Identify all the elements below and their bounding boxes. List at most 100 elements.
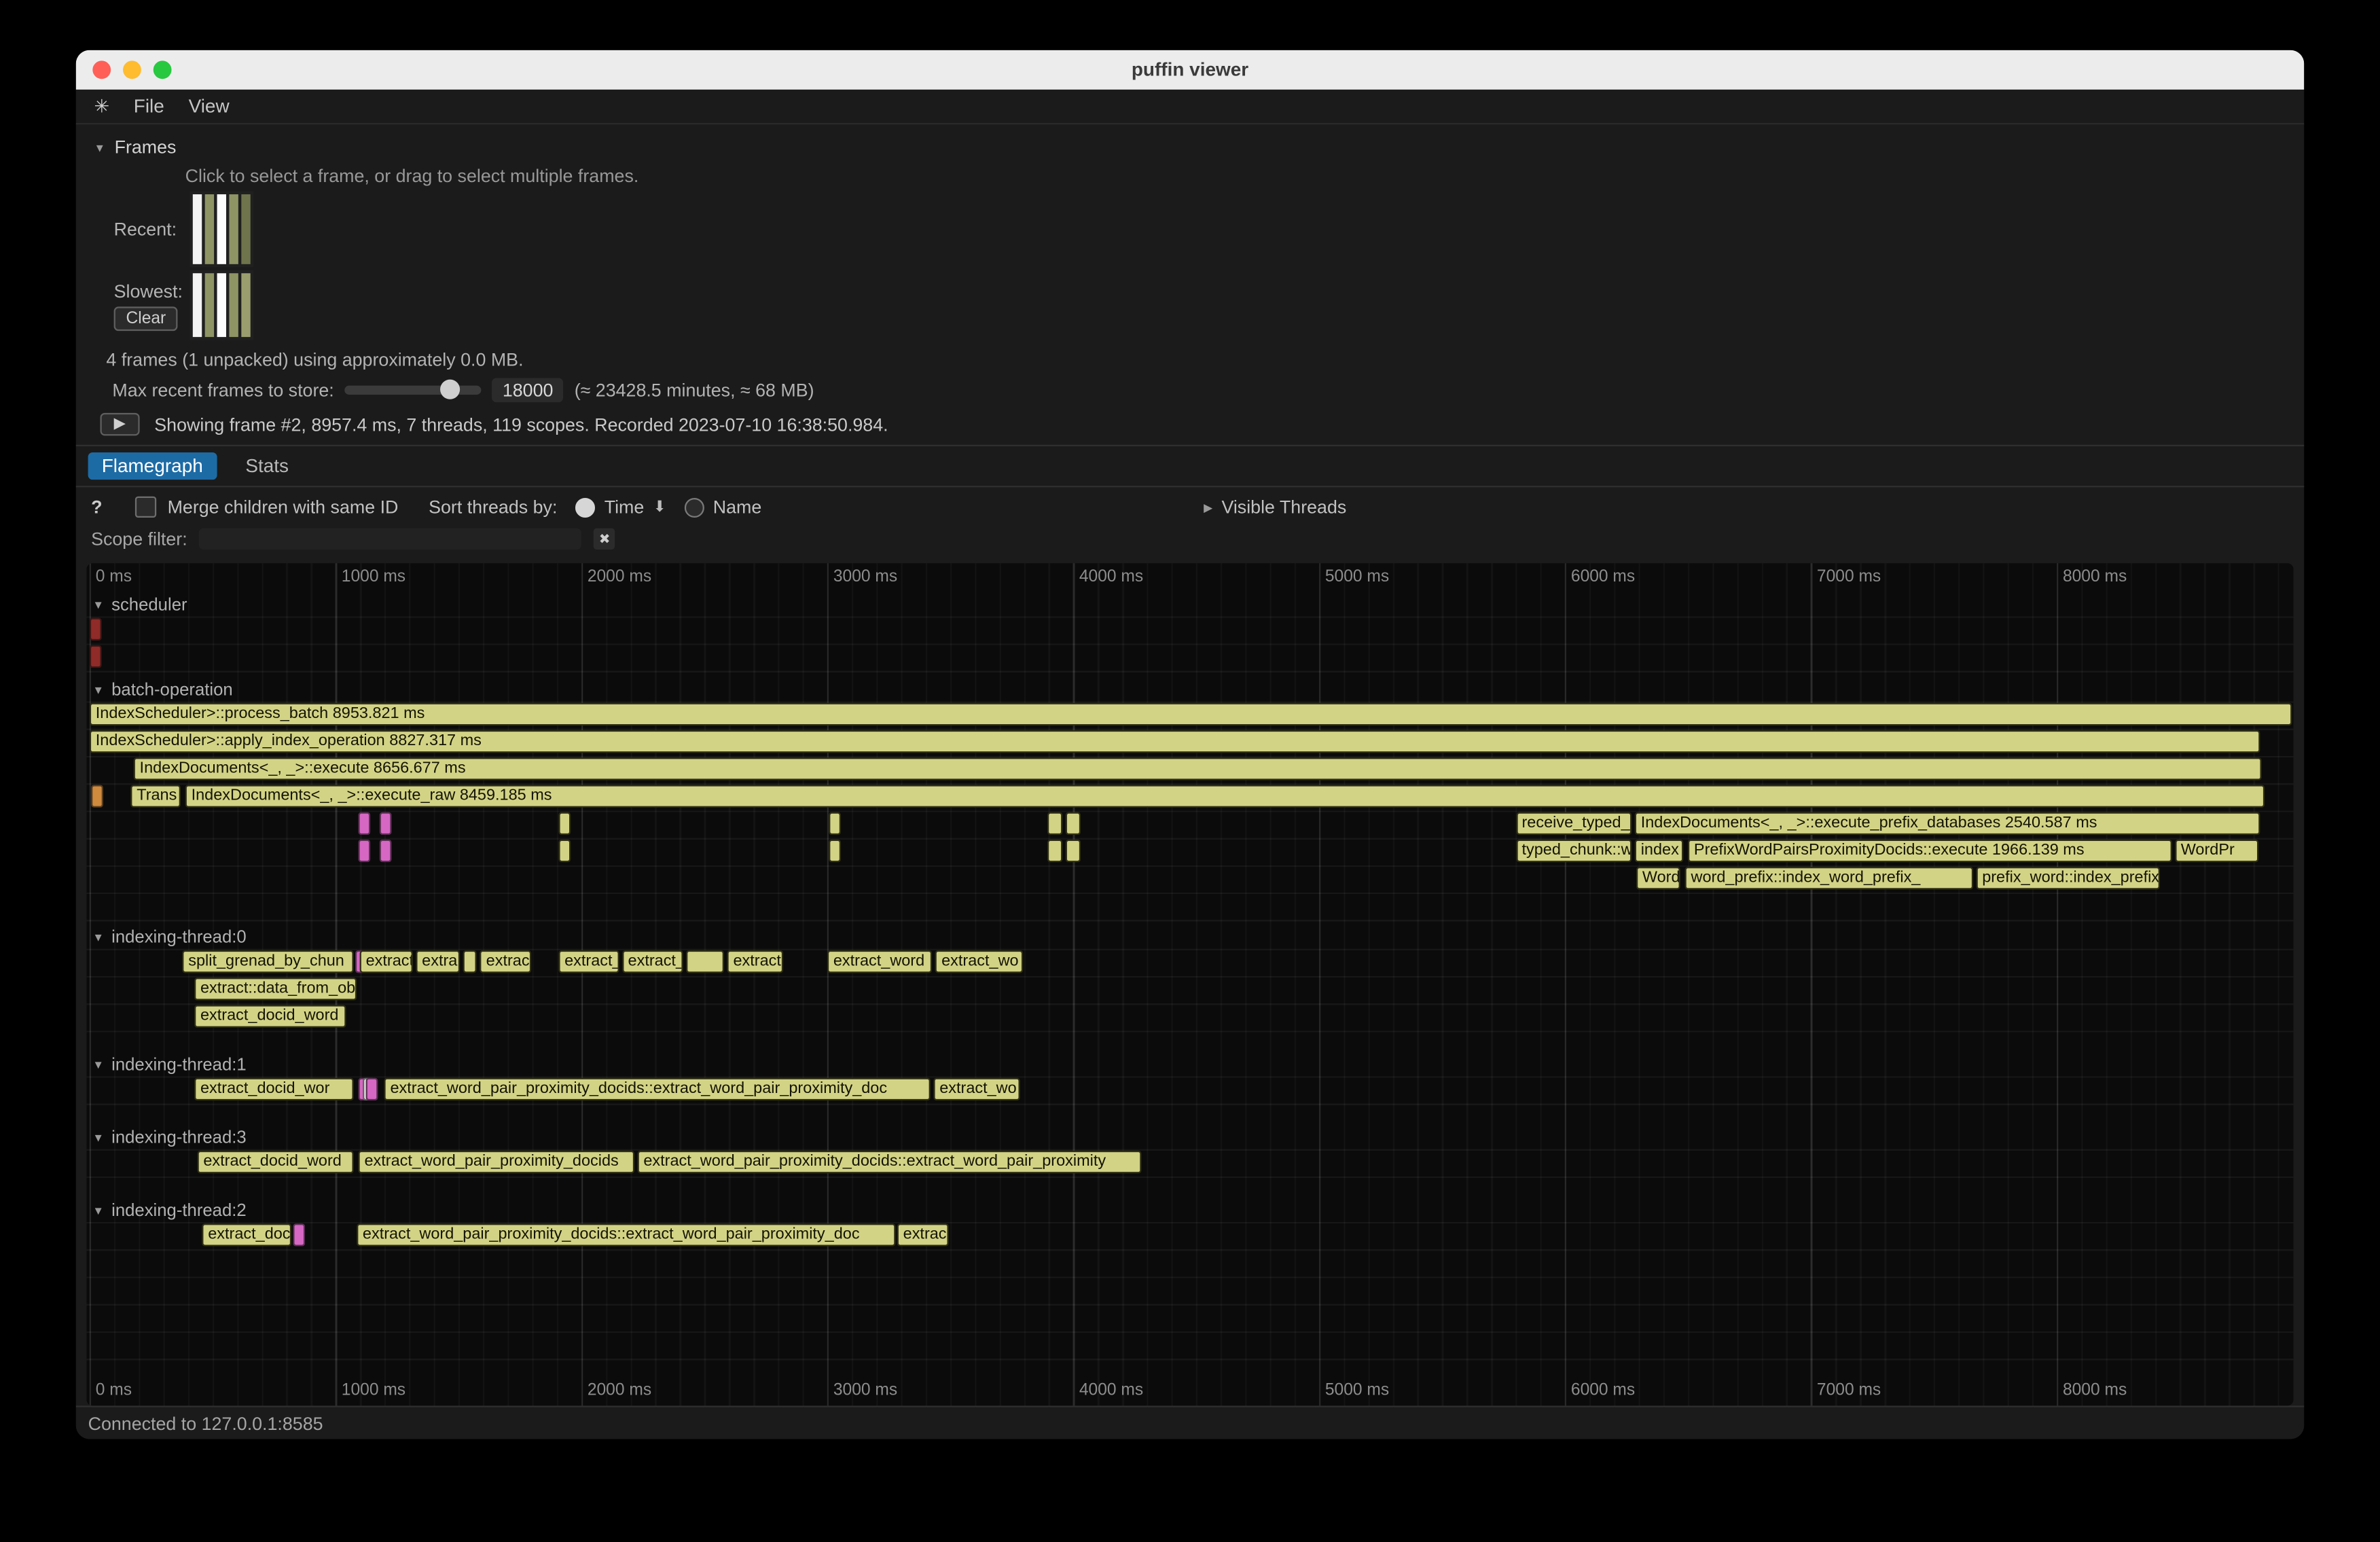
- scope-bar[interactable]: [357, 812, 369, 836]
- scope-bar[interactable]: word_prefix::index_word_prefix_: [1685, 867, 1973, 890]
- scope-bar[interactable]: extra: [416, 950, 460, 973]
- scope-bar[interactable]: extract_docid_wor: [194, 1078, 354, 1101]
- sort-name-radio[interactable]: [684, 497, 704, 517]
- scope-bar[interactable]: WordPr: [2175, 840, 2258, 863]
- scope-bar[interactable]: [357, 840, 369, 863]
- clear-button[interactable]: Clear: [114, 306, 179, 330]
- max-frames-value[interactable]: 18000: [492, 378, 564, 402]
- flamegraph-canvas[interactable]: 0 ms1000 ms2000 ms3000 ms4000 ms5000 ms6…: [86, 563, 2293, 1405]
- scope-bar[interactable]: [558, 840, 570, 863]
- scope-bar[interactable]: extract::data_from_ob: [194, 978, 357, 1001]
- scope-bar[interactable]: Word: [1636, 867, 1680, 890]
- scope-bar[interactable]: IndexDocuments<_, _>::execute_prefix_dat…: [1635, 812, 2260, 836]
- scope-bar[interactable]: [1048, 840, 1062, 863]
- scope-bar[interactable]: extract_word_pair_proximity_docids::extr…: [357, 1223, 895, 1247]
- clear-filter-button[interactable]: ✖: [594, 528, 615, 550]
- scope-bar[interactable]: extract_word_pair_proximity_docids: [359, 1151, 635, 1174]
- scope-bar[interactable]: [558, 812, 570, 836]
- scope-bar[interactable]: [829, 840, 842, 863]
- scope-bar[interactable]: [463, 950, 477, 973]
- scope-bar[interactable]: extract: [727, 950, 784, 973]
- scope-bar[interactable]: [686, 950, 724, 973]
- scope-bar[interactable]: PrefixWordPairsProximityDocids::execute …: [1688, 840, 2171, 863]
- scope-bar[interactable]: index: [1635, 840, 1684, 863]
- thread-header[interactable]: ▼indexing-thread:1: [86, 1054, 2293, 1077]
- frame-thumb-stripe[interactable]: [241, 194, 250, 264]
- thread-header[interactable]: ▼indexing-thread:2: [86, 1199, 2293, 1222]
- frame-thumb-stripe[interactable]: [193, 273, 202, 337]
- scope-bar[interactable]: extract_docid_word: [197, 1151, 353, 1174]
- sort-time-radio[interactable]: [575, 497, 595, 517]
- scope-bar[interactable]: IndexScheduler>::process_batch 8953.821 …: [90, 703, 2291, 726]
- sort-name-radio-group[interactable]: Name: [684, 497, 761, 518]
- scope-bar[interactable]: IndexScheduler>::apply_index_operation 8…: [90, 730, 2260, 753]
- play-button[interactable]: ▶: [100, 413, 139, 436]
- sort-direction-icon[interactable]: ⬇: [653, 499, 666, 516]
- scope-filter-input[interactable]: [200, 528, 582, 550]
- slowest-frames-thumbnail[interactable]: [190, 270, 253, 340]
- tab-flamegraph[interactable]: Flamegraph: [88, 452, 217, 480]
- scope-bar[interactable]: extract_wo: [933, 1078, 1020, 1101]
- frame-thumb-stripe[interactable]: [241, 273, 250, 337]
- scope-filter-label: Scope filter:: [91, 528, 187, 550]
- scope-bar[interactable]: Trans: [130, 785, 181, 808]
- thread-section: ▼indexing-thread:1extract_docid_wor extra…: [86, 1054, 2293, 1126]
- frame-thumb-stripe[interactable]: [217, 194, 226, 264]
- scope-bar[interactable]: extract_doc: [202, 1223, 291, 1247]
- tab-stats[interactable]: Stats: [232, 452, 302, 480]
- frame-thumb-stripe[interactable]: [205, 194, 214, 264]
- frame-thumb-stripe[interactable]: [229, 194, 238, 264]
- recent-frames-thumbnail[interactable]: [190, 192, 253, 268]
- sort-time-radio-group[interactable]: Time ⬇: [575, 497, 666, 518]
- scope-bar[interactable]: [293, 1223, 305, 1247]
- menu-file[interactable]: File: [134, 96, 164, 117]
- scope-bar[interactable]: [91, 785, 103, 808]
- merge-checkbox-group[interactable]: Merge children with same ID: [136, 497, 399, 518]
- thread-section: ▼indexing-thread:3extract_docid_word extr…: [86, 1126, 2293, 1199]
- slider-knob-icon[interactable]: [440, 380, 460, 399]
- scope-bar[interactable]: extract_wo: [935, 950, 1022, 973]
- scope-bar[interactable]: [1066, 840, 1081, 863]
- scope-bar[interactable]: typed_chunk::w: [1516, 840, 1631, 863]
- scope-bar[interactable]: extract_docid_word: [194, 1005, 346, 1028]
- thread-header[interactable]: ▼indexing-thread:3: [86, 1126, 2293, 1149]
- max-frames-slider[interactable]: [344, 386, 481, 395]
- scope-bar[interactable]: extract: [360, 950, 413, 973]
- menu-view[interactable]: View: [189, 96, 230, 117]
- frame-thumb-stripe[interactable]: [193, 194, 202, 264]
- scope-bar[interactable]: [379, 840, 391, 863]
- frame-thumb-stripe[interactable]: [205, 273, 214, 337]
- scope-bar[interactable]: prefix_word::index_prefix_wo: [1976, 867, 2161, 890]
- scope-bar[interactable]: extract_word_pair_proximity_docids::extr…: [384, 1078, 931, 1101]
- frame-thumb-stripe[interactable]: [217, 273, 226, 337]
- scope-row: [86, 616, 2293, 643]
- scope-bar[interactable]: [379, 812, 391, 836]
- thread-header[interactable]: ▼scheduler: [86, 594, 2293, 617]
- scope-bar[interactable]: [366, 1078, 378, 1101]
- scope-bar[interactable]: [829, 812, 842, 836]
- scope-bar[interactable]: [1048, 812, 1062, 836]
- merge-checkbox[interactable]: [136, 497, 157, 518]
- theme-toggle-icon[interactable]: ✳: [94, 96, 109, 117]
- titlebar[interactable]: puffin viewer: [76, 50, 2305, 90]
- frames-section-header[interactable]: ▼ Frames: [88, 135, 2292, 160]
- help-button[interactable]: ?: [91, 497, 102, 518]
- scope-bar[interactable]: extract_: [558, 950, 619, 973]
- thread-header[interactable]: ▼batch-operation: [86, 679, 2293, 702]
- scope-bar[interactable]: [1066, 812, 1081, 836]
- scope-bar[interactable]: extract_: [622, 950, 683, 973]
- scope-bar[interactable]: extract_word_pair_proximity_docids::extr…: [637, 1151, 1141, 1174]
- scope-bar[interactable]: split_grenad_by_chun: [182, 950, 354, 973]
- scope-bar[interactable]: extrac: [897, 1223, 950, 1247]
- visible-threads-toggle[interactable]: ▶ Visible Threads: [1204, 497, 1346, 518]
- window-title: puffin viewer: [76, 59, 2305, 80]
- scope-bar[interactable]: [90, 645, 102, 668]
- frame-thumb-stripe[interactable]: [229, 273, 238, 337]
- scope-bar[interactable]: [90, 618, 102, 641]
- scope-bar[interactable]: receive_typed_: [1516, 812, 1631, 836]
- thread-header[interactable]: ▼indexing-thread:0: [86, 926, 2293, 949]
- scope-bar[interactable]: extrac: [480, 950, 531, 973]
- scope-bar[interactable]: extract_word: [827, 950, 933, 973]
- scope-bar[interactable]: IndexDocuments<_, _>::execute 8656.677 m…: [134, 757, 2262, 781]
- scope-bar[interactable]: IndexDocuments<_, _>::execute_raw 8459.1…: [185, 785, 2265, 808]
